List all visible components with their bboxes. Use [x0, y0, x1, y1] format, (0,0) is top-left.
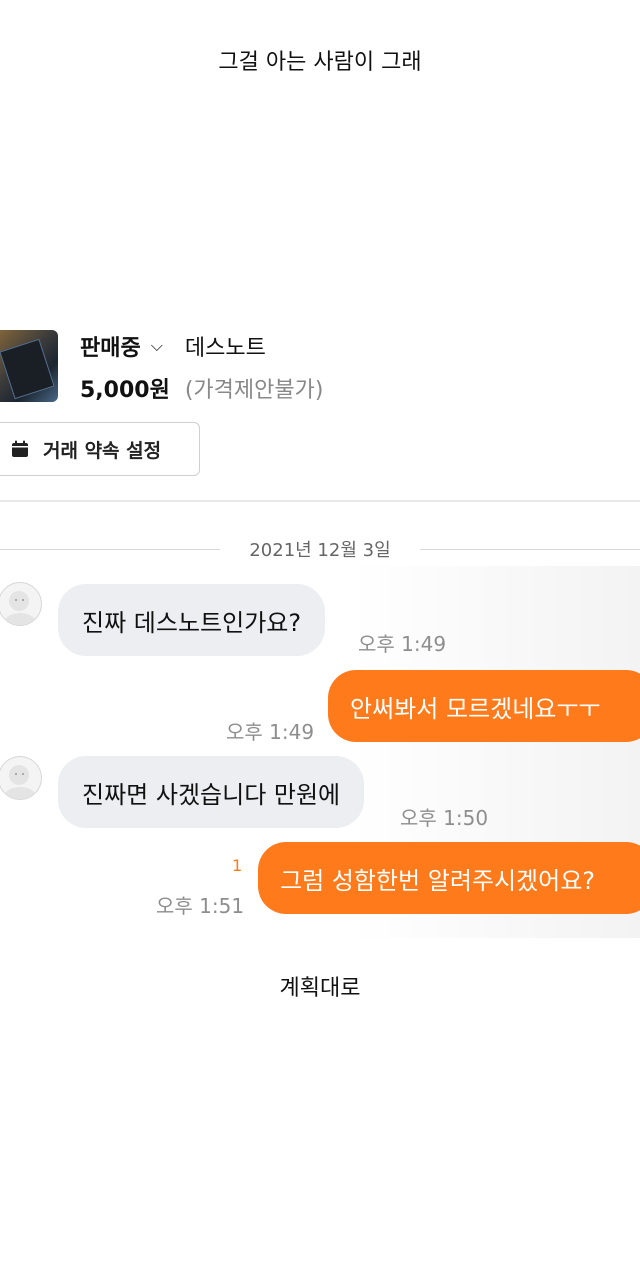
unread-count-badge: 1	[232, 856, 243, 875]
schedule-trade-button[interactable]: 거래 약속 설정	[0, 422, 200, 476]
caption-top: 그걸 아는 사람이 그래	[218, 50, 422, 75]
chat-date: 2021년 12월 3일	[249, 540, 391, 561]
product-price-row: 5,000원 (가격제안불가)	[80, 372, 323, 404]
message-bubble-incoming[interactable]: 진짜면 사겠습니다 만원에	[58, 756, 365, 828]
product-title: 데스노트	[184, 336, 266, 361]
product-price: 5,000원	[80, 378, 170, 403]
message-bubble-outgoing[interactable]: 안써봐서 모르겠네요ㅜㅜ	[328, 670, 640, 742]
sale-status-dropdown[interactable]: 판매중	[80, 330, 141, 362]
price-note: (가격제안불가)	[184, 378, 324, 403]
calendar-icon	[11, 440, 29, 458]
message-bubble-outgoing[interactable]: 그럼 성함한번 알려주시겠어요?	[258, 842, 640, 914]
message-time: 오후 1:51	[156, 894, 245, 918]
message-time: 오후 1:50	[400, 806, 489, 830]
avatar[interactable]	[0, 582, 42, 626]
date-separator: 2021년 12월 3일	[0, 536, 640, 564]
avatar[interactable]	[0, 756, 42, 800]
chat-messages: 진짜 데스노트인가요? 오후 1:49 오후 1:49 안써봐서 모르겠네요ㅜㅜ…	[0, 566, 640, 938]
product-thumbnail[interactable]	[0, 330, 58, 402]
schedule-trade-label: 거래 약속 설정	[43, 439, 162, 462]
chevron-down-icon[interactable]: ⌵	[151, 336, 163, 356]
message-bubble-incoming[interactable]: 진짜 데스노트인가요?	[58, 584, 326, 656]
section-divider	[0, 500, 640, 502]
product-status-row: 판매중 ⌵ 데스노트	[80, 330, 266, 362]
message-time: 오후 1:49	[358, 632, 447, 656]
message-time: 오후 1:49	[226, 720, 315, 744]
caption-bottom: 계획대로	[279, 976, 361, 1001]
